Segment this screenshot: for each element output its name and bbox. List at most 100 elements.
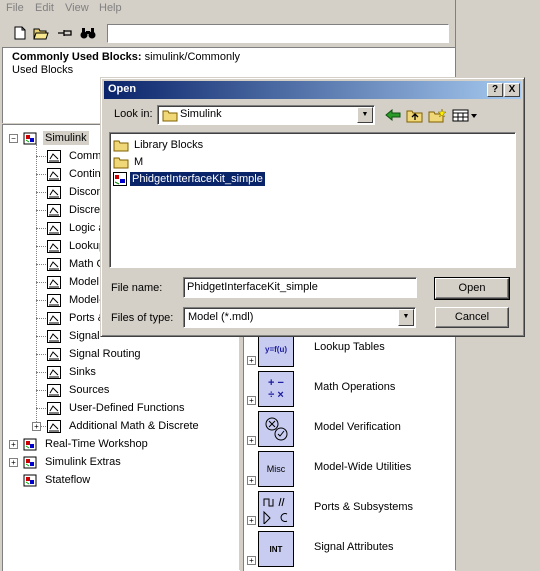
expand-block-toggle[interactable]: + bbox=[247, 516, 256, 525]
tree-connector bbox=[36, 390, 46, 392]
block-library-label[interactable]: Math Operations bbox=[314, 381, 395, 393]
block-library-icon[interactable] bbox=[258, 491, 294, 527]
tree-item-sublibrary[interactable]: Logic a bbox=[47, 220, 106, 236]
tree-item-label: Signal bbox=[69, 330, 100, 342]
sublibrary-icon bbox=[47, 365, 61, 379]
expand-block-toggle[interactable]: + bbox=[247, 436, 256, 445]
new-folder-icon[interactable] bbox=[427, 106, 447, 124]
new-model-icon[interactable] bbox=[11, 24, 29, 42]
sublibrary-icon bbox=[47, 203, 61, 217]
block-library-icon[interactable]: INT bbox=[258, 531, 294, 567]
tree-connector bbox=[36, 246, 46, 248]
cancel-button[interactable]: Cancel bbox=[435, 307, 509, 328]
tree-connector bbox=[36, 156, 46, 158]
sublibrary-icon bbox=[47, 293, 61, 307]
help-button[interactable]: ? bbox=[487, 83, 503, 97]
block-library-label[interactable]: Lookup Tables bbox=[314, 341, 385, 353]
menu-view[interactable]: View bbox=[65, 2, 89, 14]
sublibrary-icon bbox=[47, 275, 61, 289]
folder-item[interactable]: M bbox=[113, 154, 145, 170]
tree-item-label: Model- bbox=[69, 294, 103, 306]
tree-connector bbox=[36, 174, 46, 176]
menu-file[interactable]: File bbox=[6, 2, 24, 14]
tree-item-library[interactable]: Stateflow bbox=[23, 472, 92, 488]
block-library-label[interactable]: Model Verification bbox=[314, 421, 401, 433]
block-library-label[interactable]: Ports & Subsystems bbox=[314, 501, 413, 513]
tree-item-sublibrary[interactable]: Signal Routing bbox=[47, 346, 143, 362]
up-folder-icon[interactable] bbox=[405, 106, 425, 124]
tree-item-label: Model bbox=[69, 276, 99, 288]
expand-block-toggle[interactable]: + bbox=[247, 476, 256, 485]
find-binoculars-icon[interactable] bbox=[79, 24, 97, 42]
chevron-down-icon[interactable]: ▼ bbox=[398, 309, 414, 326]
block-library-label[interactable]: Model-Wide Utilities bbox=[314, 461, 411, 473]
tree-connector bbox=[36, 336, 46, 338]
tree-connector bbox=[36, 144, 38, 426]
view-menu-icon[interactable] bbox=[451, 106, 479, 124]
menu-edit[interactable]: Edit bbox=[35, 2, 54, 14]
open-button[interactable]: Open bbox=[434, 277, 510, 300]
tree-item-label: User-Defined Functions bbox=[69, 402, 185, 414]
tree-item-sublibrary[interactable]: Lookup bbox=[47, 238, 107, 254]
block-library-label[interactable]: Signal Attributes bbox=[314, 541, 394, 553]
tree-item-sublibrary[interactable]: Discon bbox=[47, 184, 105, 200]
description-line: Used Blocks bbox=[12, 64, 74, 76]
tree-item-sublibrary[interactable]: Discret bbox=[47, 202, 105, 218]
tree-connector bbox=[36, 264, 46, 266]
chevron-down-icon[interactable]: ▼ bbox=[357, 107, 373, 123]
tree-item-sublibrary[interactable]: Additional Math & Discrete bbox=[47, 418, 201, 434]
sublibrary-icon bbox=[47, 401, 61, 415]
tree-connector bbox=[36, 282, 46, 284]
tree-item-sublibrary[interactable]: User-Defined Functions bbox=[47, 400, 187, 416]
sublibrary-icon bbox=[47, 383, 61, 397]
search-input[interactable] bbox=[107, 24, 449, 43]
block-library-icon[interactable]: + − ÷ × bbox=[258, 371, 294, 407]
expand-block-toggle[interactable]: + bbox=[247, 396, 256, 405]
file-name-input[interactable]: PhidgetInterfaceKit_simple bbox=[183, 277, 417, 298]
menu-help[interactable]: Help bbox=[99, 2, 122, 14]
file-type-select[interactable]: Model (*.mdl) ▼ bbox=[183, 307, 416, 328]
folder-item[interactable]: Library Blocks bbox=[113, 137, 205, 153]
tree-item-sublibrary[interactable]: Sources bbox=[47, 382, 111, 398]
look-in-select[interactable]: Simulink ▼ bbox=[157, 105, 375, 125]
expand-block-toggle[interactable]: + bbox=[247, 556, 256, 565]
tree-item-sublibrary[interactable]: Ports & bbox=[47, 310, 107, 326]
model-file-icon bbox=[113, 172, 127, 186]
tree-item-library[interactable]: Simulink Extras bbox=[23, 454, 123, 470]
close-button[interactable]: X bbox=[504, 83, 520, 97]
tree-item-label: Simulink bbox=[43, 131, 89, 145]
tree-item-sublibrary[interactable]: Contin bbox=[47, 166, 103, 182]
expand-toggle[interactable]: + bbox=[9, 458, 18, 467]
tree-item-sublibrary[interactable]: Sinks bbox=[47, 364, 98, 380]
expand-block-toggle[interactable]: + bbox=[247, 356, 256, 365]
tree-item-sublibrary[interactable]: Model bbox=[47, 274, 101, 290]
tree-item-simulink[interactable]: Simulink bbox=[23, 130, 89, 146]
expand-toggle[interactable]: + bbox=[9, 440, 18, 449]
sublibrary-icon bbox=[47, 239, 61, 253]
tree-item-label: Contin bbox=[69, 168, 101, 180]
sublibrary-icon bbox=[47, 347, 61, 361]
expand-toggle[interactable]: + bbox=[32, 422, 41, 431]
model-file-item[interactable]: PhidgetInterfaceKit_simple bbox=[113, 171, 266, 187]
file-list[interactable]: Library Blocks M PhidgetInterfaceKit_simpl… bbox=[109, 132, 516, 268]
dialog-titlebar[interactable]: Open ? X bbox=[104, 81, 521, 99]
file-name: PhidgetInterfaceKit_simple bbox=[129, 171, 266, 187]
simulink-library-icon bbox=[23, 132, 37, 144]
tree-item-label: Stateflow bbox=[45, 474, 91, 486]
look-in-value: Simulink bbox=[180, 108, 222, 120]
tree-item-library[interactable]: Real-Time Workshop bbox=[23, 436, 150, 452]
back-icon[interactable] bbox=[383, 106, 403, 124]
tree-item-sublibrary[interactable]: Math O bbox=[47, 256, 107, 272]
pin-icon[interactable] bbox=[56, 24, 74, 42]
block-library-icon[interactable]: Misc bbox=[258, 451, 294, 487]
open-folder-icon[interactable] bbox=[32, 24, 50, 42]
tree-connector bbox=[36, 408, 46, 410]
sublibrary-icon bbox=[47, 167, 61, 181]
tree-item-label: Signal Routing bbox=[69, 348, 141, 360]
sublibrary-icon bbox=[47, 311, 61, 325]
tree-item-sublibrary[interactable]: Signal bbox=[47, 328, 102, 344]
sublibrary-icon bbox=[47, 185, 61, 199]
collapse-simulink-toggle[interactable]: − bbox=[9, 134, 18, 143]
tree-item-sublibrary[interactable]: Model- bbox=[47, 292, 105, 308]
block-library-icon[interactable] bbox=[258, 411, 294, 447]
